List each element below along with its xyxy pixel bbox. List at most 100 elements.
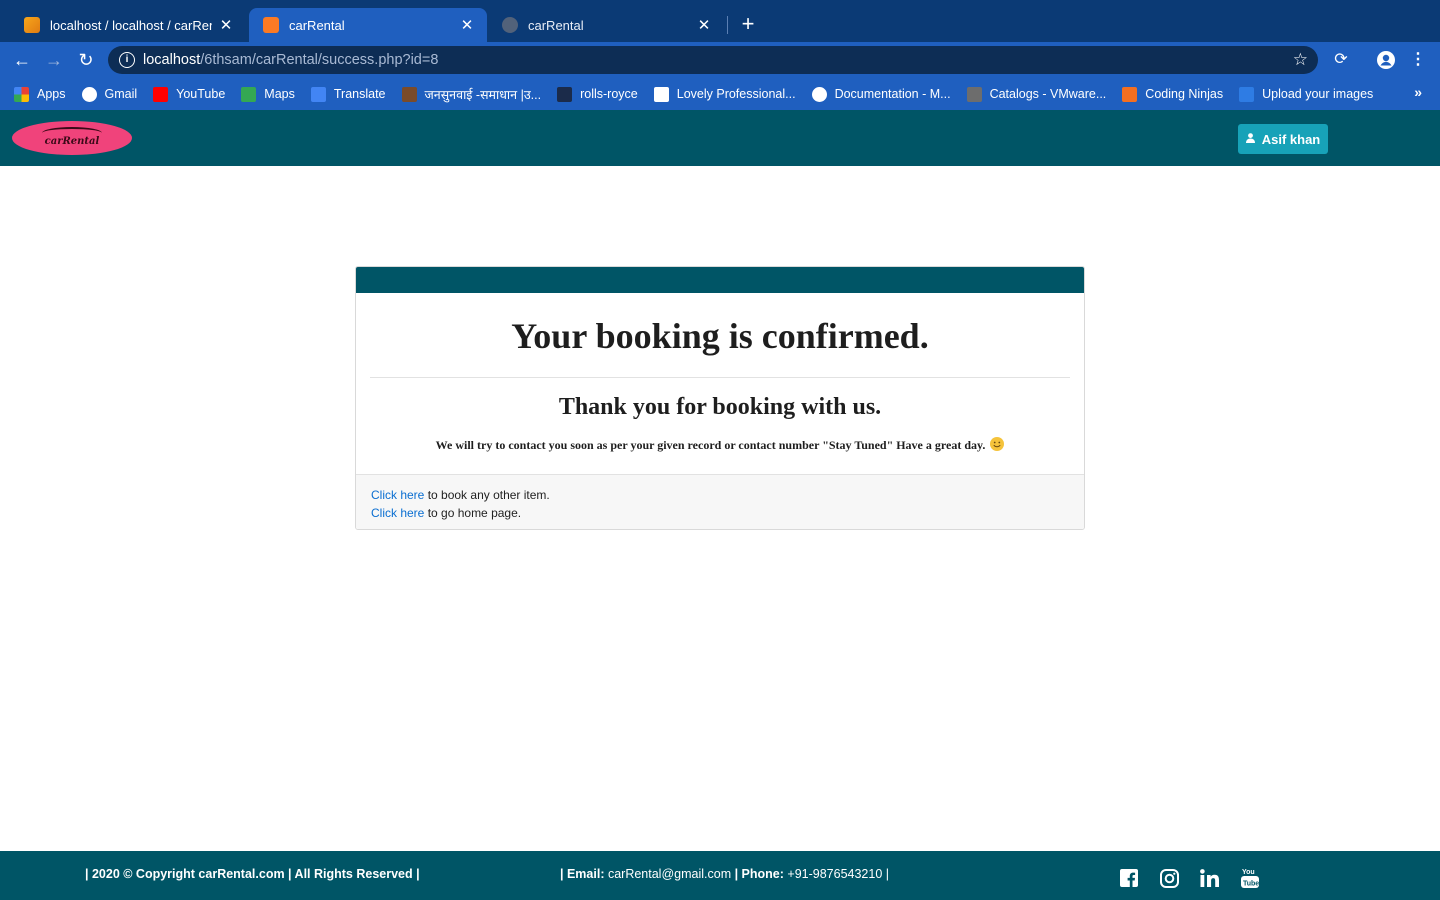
- coding-ninjas-icon: [1122, 86, 1138, 102]
- bookmark-item[interactable]: Lovely Professional...: [653, 86, 796, 102]
- facebook-icon[interactable]: [1119, 868, 1139, 888]
- browser-tab-carrental[interactable]: carRental ✕: [488, 8, 724, 42]
- url-host: localhost: [143, 52, 201, 68]
- svg-text:Tube: Tube: [1243, 881, 1259, 888]
- maps-icon: [241, 86, 257, 102]
- home-page-link[interactable]: Click here: [371, 506, 424, 520]
- globe-icon: [811, 86, 827, 102]
- thank-you-subtitle: Thank you for booking with us.: [558, 394, 882, 420]
- bookmark-item[interactable]: Apps: [14, 86, 66, 102]
- vmware-icon: [966, 86, 982, 102]
- new-tab-plus-icon[interactable]: +: [736, 12, 760, 36]
- bookmark-item[interactable]: Upload your images: [1239, 86, 1374, 102]
- bookmark-item[interactable]: Maps: [241, 86, 295, 102]
- url-path: /6thsam/carRental/success.php?id=8: [200, 52, 439, 68]
- xampp-icon: [263, 17, 279, 33]
- smiley-emoji-icon: [990, 437, 1005, 451]
- phone-value: +91-9876543210: [783, 867, 886, 881]
- carrental-logo[interactable]: carRental: [12, 121, 132, 155]
- bookmark-item[interactable]: rolls-royce: [557, 86, 638, 102]
- user-icon: [1245, 132, 1255, 146]
- bookmark-label: rolls-royce: [580, 87, 638, 101]
- bookmarks-bar: Apps Gmail YouTube Maps Translate जनसुनवाई -स…: [0, 78, 1440, 110]
- apps-grid-icon: [14, 86, 29, 102]
- user-name: Asif khan: [1261, 131, 1321, 147]
- tab-title: localhost / localhost / carRental /: [50, 17, 212, 33]
- google-icon: [81, 86, 97, 102]
- menu-kebab-icon[interactable]: ⋮: [1408, 50, 1428, 70]
- ibb-icon: [1239, 86, 1255, 102]
- contact-message-text: We will try to contact you soon as per y…: [435, 438, 986, 452]
- bookmark-label: जनसुनवाई -समाधान |उ...: [424, 87, 542, 102]
- phone-label: | Phone:: [734, 867, 784, 881]
- browser-tab-carrental-active[interactable]: carRental ✕: [249, 8, 487, 42]
- contact-message: We will try to contact you soon as per y…: [356, 437, 1084, 453]
- user-account-button[interactable]: Asif khan: [1238, 124, 1328, 154]
- bookmark-item[interactable]: Documentation - M...: [811, 86, 951, 102]
- card-footer: Click here to book any other item. Click…: [356, 474, 1084, 529]
- bookmark-label: Documentation - M...: [834, 87, 951, 101]
- bookmark-label: YouTube: [176, 87, 226, 101]
- bookmark-label: Maps: [264, 87, 295, 101]
- end-bar: |: [885, 867, 890, 881]
- globe-icon: [502, 17, 518, 33]
- bookmark-label: Upload your images: [1262, 87, 1374, 101]
- instagram-icon[interactable]: [1159, 868, 1179, 888]
- profile-avatar-icon[interactable]: [1376, 50, 1396, 70]
- bookmark-item[interactable]: जनसुनवाई -समाधान |उ...: [401, 86, 542, 103]
- bookmark-item[interactable]: Coding Ninjas: [1122, 86, 1224, 102]
- back-arrow-icon[interactable]: ←: [10, 48, 34, 72]
- rolls-royce-icon: [557, 86, 573, 102]
- svg-text:You: You: [1242, 869, 1255, 876]
- external-link-icon: [653, 86, 669, 102]
- browser-tabstrip: localhost / localhost / carRental / ✕ ca…: [0, 0, 1440, 42]
- browser-tab-phpmyadmin[interactable]: localhost / localhost / carRental / ✕: [10, 8, 246, 42]
- book-other-link[interactable]: Click here: [371, 488, 424, 502]
- card-header-bar: [356, 267, 1084, 293]
- bookmarks-overflow-icon[interactable]: »: [1414, 84, 1422, 100]
- confirmation-title: Your booking is confirmed.: [511, 316, 929, 356]
- tab-title: carRental: [528, 17, 584, 33]
- bookmark-item[interactable]: YouTube: [153, 86, 226, 102]
- book-other-line: Click here to book any other item.: [371, 486, 1069, 504]
- bookmark-label: Lovely Professional...: [676, 87, 796, 101]
- divider: [370, 377, 1070, 378]
- bookmark-label: Apps: [37, 87, 66, 101]
- bookmark-label: Catalogs - VMware...: [989, 87, 1107, 101]
- sync-icon[interactable]: ⟳: [1331, 50, 1351, 70]
- site-footer: | 2020 © Copyright carRental.com | All R…: [0, 851, 1440, 900]
- linkedin-icon[interactable]: [1199, 868, 1219, 888]
- bookmark-item[interactable]: Gmail: [81, 86, 138, 102]
- bookmark-label: Coding Ninjas: [1145, 87, 1224, 101]
- tab-separator: [727, 16, 728, 34]
- address-bar[interactable]: i localhost/6thsam/carRental/success.php…: [108, 46, 1318, 74]
- close-icon[interactable]: ✕: [218, 16, 234, 34]
- email-value: carRental@gmail.com: [604, 867, 735, 881]
- copyright-text: | 2020 © Copyright carRental.com | All R…: [85, 867, 420, 881]
- contact-info: | Email: carRental@gmail.com | Phone: +9…: [560, 867, 889, 881]
- phpmyadmin-icon: [24, 17, 40, 33]
- youtube-icon: [153, 86, 169, 102]
- close-icon[interactable]: ✕: [696, 16, 712, 34]
- close-icon[interactable]: ✕: [459, 16, 475, 34]
- email-label: | Email:: [560, 867, 605, 881]
- youtube-icon[interactable]: You Tube: [1240, 868, 1260, 888]
- bookmark-label: Translate: [333, 87, 386, 101]
- forward-arrow-icon[interactable]: →: [42, 48, 66, 72]
- reload-icon[interactable]: ↻: [74, 48, 98, 72]
- bookmark-item[interactable]: Catalogs - VMware...: [966, 86, 1107, 102]
- translate-icon: [310, 86, 326, 102]
- home-text: to go home page.: [424, 506, 522, 520]
- emblem-icon: [401, 86, 417, 102]
- car-silhouette-icon: [42, 127, 102, 139]
- site-info-icon[interactable]: i: [119, 52, 135, 68]
- browser-toolbar: ← → ↻ i localhost/6thsam/carRental/succe…: [0, 42, 1440, 78]
- book-other-text: to book any other item.: [424, 488, 550, 502]
- tab-title: carRental: [289, 17, 345, 33]
- address-url[interactable]: localhost/6thsam/carRental/success.php?i…: [143, 52, 438, 68]
- bookmark-label: Gmail: [104, 87, 138, 101]
- bookmark-item[interactable]: Translate: [310, 86, 386, 102]
- bookmark-star-icon[interactable]: ☆: [1293, 50, 1308, 70]
- home-line: Click here to go home page.: [371, 504, 1069, 522]
- booking-confirmation-card: Your booking is confirmed. Thank you for…: [355, 266, 1085, 530]
